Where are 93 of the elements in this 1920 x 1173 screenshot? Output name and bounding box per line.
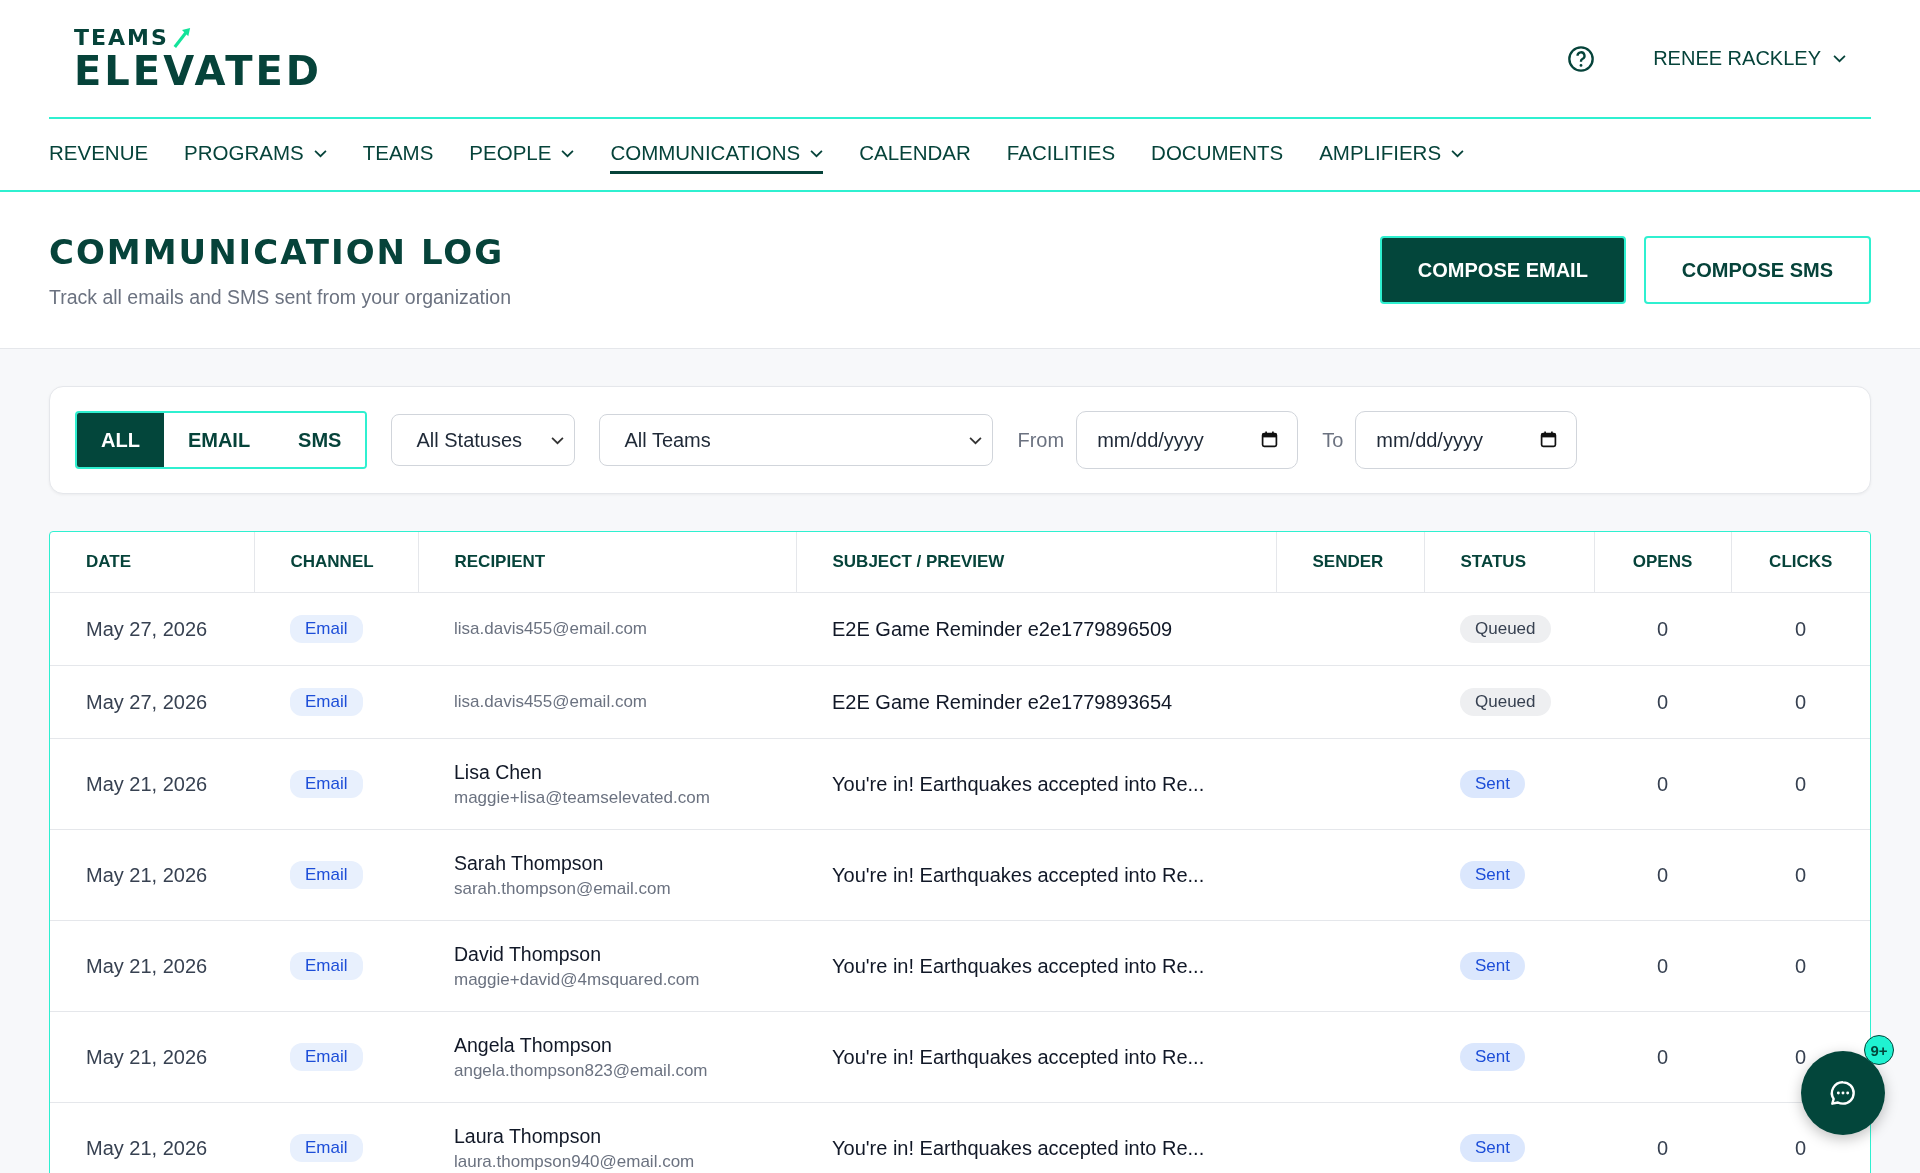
clicks-count: 0 [1794,1136,1807,1159]
nav-item[interactable]: PEOPLE [469,135,575,174]
date-field[interactable]: mm/dd/yyyy [1076,411,1299,469]
column-header: CHANNEL [254,532,418,593]
notification-badge: 9+ [1864,1035,1894,1065]
arrow-icon [172,26,191,49]
date-text: May 21, 2026 [86,1045,208,1068]
status-tag: Queued [1460,615,1551,643]
subject-text: You're in! Earthquakes accepted into Re... [832,1045,1205,1068]
clicks-count: 0 [1794,1045,1807,1068]
status-select[interactable]: All Statuses [391,414,576,466]
recipient-name: Laura Thompson [454,1124,603,1148]
status-tag: Queued [1460,688,1551,716]
user-menu[interactable]: RENEE RACKLEY [1653,47,1846,70]
recipient-email: sarah.thompson@email.com [454,878,672,899]
recipient-name: Sarah Thompson [454,851,605,875]
column-header: CLICKS [1731,532,1870,593]
recipient-name: Angela Thompson [454,1033,613,1057]
column-header: DATE [50,532,254,593]
logo-text: ELEVATED [74,50,323,91]
column-header: SUBJECT / PREVIEW [796,532,1276,593]
clicks-count: 0 [1794,690,1807,713]
date-field[interactable]: mm/dd/yyyy [1355,411,1578,469]
compose-email-button[interactable]: COMPOSE EMAIL [1379,236,1626,304]
help-icon[interactable] [1567,44,1596,73]
status-tag: Sent [1460,861,1525,889]
chevron-down-icon [969,435,983,445]
status-tag: Sent [1460,952,1525,980]
page-subtitle: Track all emails and SMS sent from your organization [49,285,512,309]
compose-sms-button[interactable]: COMPOSE SMS [1643,236,1871,304]
recipient-email: laura.thompson940@email.com [454,1151,696,1172]
channel-tag: Email [290,952,363,980]
column-header: STATUS [1424,532,1594,593]
column-header: RECIPIENT [418,532,796,593]
nav-item[interactable]: TEAMS [362,135,434,174]
recipient-email: lisa.davis455@email.com [454,619,648,639]
page-title: COMMUNICATION LOG [49,231,506,272]
opens-count: 0 [1656,1136,1669,1159]
date-text: May 21, 2026 [86,954,208,977]
date-text: May 21, 2026 [86,863,208,886]
channel-tag: Email [290,1043,363,1071]
nav-item[interactable]: AMPLIFIERS [1319,135,1465,174]
clicks-count: 0 [1794,617,1807,640]
chevron-down-icon [551,435,565,445]
opens-count: 0 [1656,617,1669,640]
opens-count: 0 [1656,954,1669,977]
recipient-email: lisa.davis455@email.com [454,692,648,712]
status-tag: Sent [1460,1043,1525,1071]
opens-count: 0 [1656,772,1669,795]
channel-tag: Email [290,615,363,643]
nav-item[interactable]: FACILITIES [1006,135,1116,174]
opens-count: 0 [1656,1045,1669,1068]
chevron-down-icon [1833,54,1846,63]
clicks-count: 0 [1794,772,1807,795]
nav-item[interactable]: REVENUE [49,135,149,174]
channel-tag: Email [290,688,363,716]
subject-text: You're in! Earthquakes accepted into Re... [832,1136,1205,1159]
channel-tag: Email [290,861,363,889]
nav-item[interactable]: DOCUMENTS [1151,135,1284,174]
channel-tag: Email [290,770,363,798]
logo-text: TEAMS [74,26,169,49]
status-tag: Sent [1460,770,1525,798]
to-label: To [1322,428,1344,452]
recipient-email: angela.thompson823@email.com [454,1060,709,1081]
subject-text: You're in! Earthquakes accepted into Re... [832,954,1205,977]
date-text: May 21, 2026 [86,1136,208,1159]
status-tag: Sent [1460,1134,1525,1162]
nav-item[interactable]: COMMUNICATIONS [610,135,824,174]
clicks-count: 0 [1794,954,1807,977]
from-label: From [1017,428,1065,452]
subject-text: E2E Game Reminder e2e1779893654 [832,690,1173,713]
recipient-name: David Thompson [454,942,603,966]
channel-tag: Email [290,1134,363,1162]
calendar-icon [1540,431,1558,448]
column-header: OPENS [1594,532,1731,593]
calendar-icon [1261,431,1279,448]
column-header: SENDER [1276,532,1424,593]
nav-item[interactable]: PROGRAMS [184,135,327,174]
recipient-email: maggie+david@4msquared.com [454,969,701,990]
date-text: May 27, 2026 [86,617,208,640]
date-text: May 21, 2026 [86,772,208,795]
team-select[interactable]: All Teams [599,414,994,466]
recipient-name: Lisa Chen [454,760,543,784]
subject-text: You're in! Earthquakes accepted into Re... [832,863,1205,886]
date-text: May 27, 2026 [86,690,208,713]
recipient-email: maggie+lisa@teamselevated.com [454,787,711,808]
opens-count: 0 [1656,690,1669,713]
opens-count: 0 [1656,863,1669,886]
subject-text: You're in! Earthquakes accepted into Re... [832,772,1205,795]
clicks-count: 0 [1794,863,1807,886]
subject-text: E2E Game Reminder e2e1779896509 [832,617,1173,640]
nav-item[interactable]: CALENDAR [859,135,971,174]
channel-tab[interactable]: ALL [77,413,164,467]
